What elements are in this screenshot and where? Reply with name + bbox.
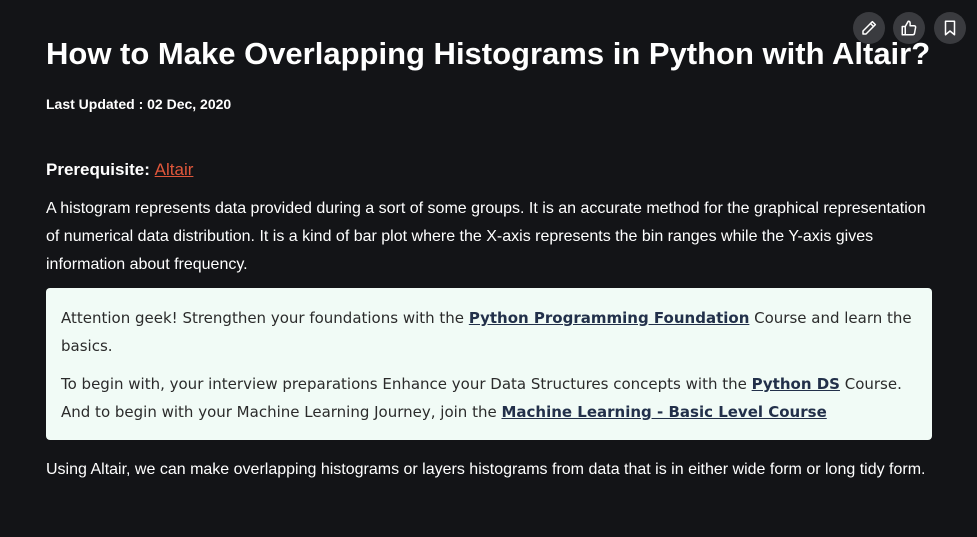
body-paragraph: Using Altair, we can make overlapping hi…	[46, 461, 926, 478]
pencil-icon	[862, 20, 877, 35]
bookmark-icon	[944, 20, 956, 36]
callout-text: Attention geek! Strengthen your foundati…	[61, 309, 469, 327]
bookmark-button[interactable]	[934, 12, 966, 44]
python-programming-foundation-link[interactable]: Python Programming Foundation	[469, 309, 750, 327]
intro-paragraph: A histogram represents data provided dur…	[46, 200, 926, 273]
python-ds-link[interactable]: Python DS	[752, 375, 840, 393]
prerequisite-line: Prerequisite: Altair	[46, 160, 193, 180]
callout-line-2: To begin with, your interview preparatio…	[61, 370, 921, 426]
callout-text: To begin with, your interview preparatio…	[61, 375, 752, 393]
callout-line-1: Attention geek! Strengthen your foundati…	[61, 304, 921, 360]
article-title: How to Make Overlapping Histograms in Py…	[46, 36, 931, 71]
prerequisite-label: Prerequisite:	[46, 160, 150, 179]
prerequisite-link-altair[interactable]: Altair	[155, 160, 194, 179]
last-updated-date: Last Updated : 02 Dec, 2020	[46, 96, 232, 112]
thumbs-up-icon	[901, 20, 917, 36]
machine-learning-course-link[interactable]: Machine Learning - Basic Level Course	[501, 403, 826, 421]
course-callout-box: Attention geek! Strengthen your foundati…	[46, 288, 932, 440]
